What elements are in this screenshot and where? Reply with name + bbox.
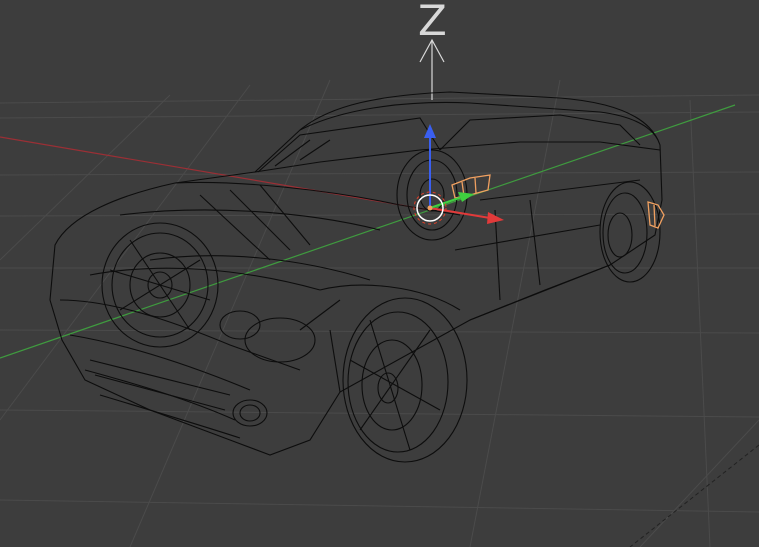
world-y-axis	[0, 104, 736, 359]
z-axis-label: Z	[418, 0, 447, 45]
car-wireframe[interactable]	[49, 91, 663, 456]
gizmo-z-arrowhead[interactable]	[424, 124, 436, 138]
viewport-scene[interactable]	[0, 0, 759, 547]
spare-wheel[interactable]	[101, 222, 219, 348]
z-axis-arrow	[419, 38, 445, 100]
selected-taillight[interactable]	[451, 174, 665, 229]
rear-wheel[interactable]	[599, 181, 661, 283]
3d-viewport[interactable]: Z	[0, 0, 759, 547]
gizmo-y-arrowhead[interactable]	[458, 192, 474, 202]
floor-grid	[0, 79, 759, 547]
gizmo-center-dot	[427, 205, 433, 211]
dashed-guide	[629, 444, 759, 547]
